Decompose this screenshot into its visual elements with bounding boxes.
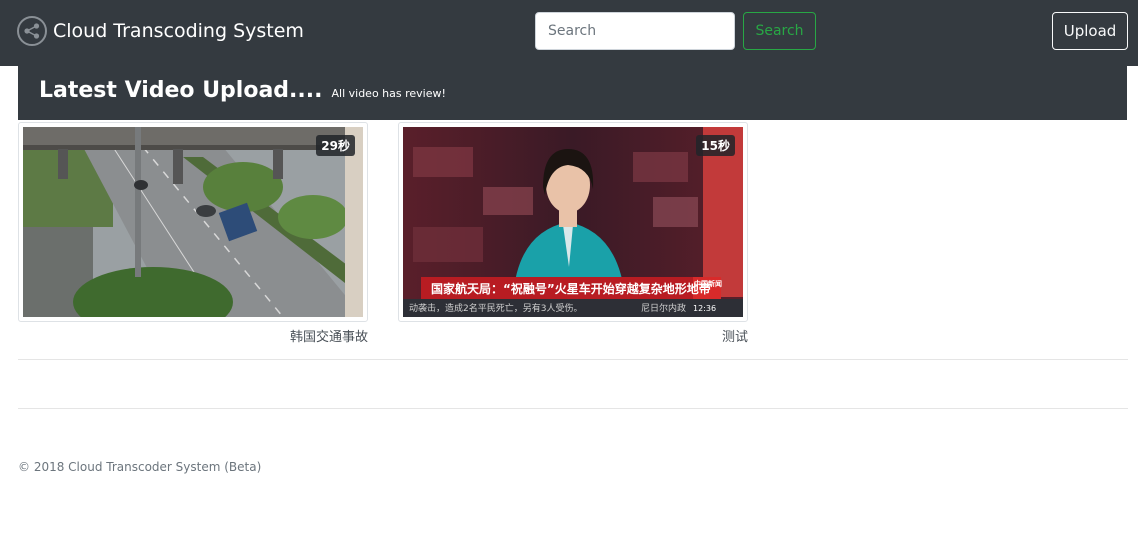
- video-card[interactable]: 29秒 韩国交通事故: [18, 122, 368, 345]
- thumbnail-logo-text: 中国新闻: [694, 279, 722, 288]
- upload-button[interactable]: Upload: [1052, 12, 1128, 50]
- brand-title: Cloud Transcoding System: [53, 20, 304, 42]
- section-title: Latest Video Upload....: [39, 78, 323, 103]
- content-divider: [18, 359, 1128, 360]
- thumbnail-time-text: 12:36: [693, 304, 716, 313]
- section-subtitle: All video has review!: [331, 87, 446, 100]
- video-thumbnail-frame[interactable]: 国家航天局：“祝融号”火星车开始穿越复杂地形地带 中国新闻 动袭击，造成2名平民…: [398, 122, 748, 322]
- duration-badge: 15秒: [696, 135, 735, 156]
- thumbnail-headline-text: 国家航天局：“祝融号”火星车开始穿越复杂地形地带: [431, 281, 711, 296]
- search-button[interactable]: Search: [743, 12, 816, 50]
- thumbnail-ticker-text: 动袭击，造成2名平民死亡，另有3人受伤。: [409, 302, 582, 314]
- video-title[interactable]: 测试: [398, 326, 748, 345]
- thumbnail-ticker-right-text: 尼日尔内政: [641, 302, 686, 314]
- share-nodes-icon: [17, 16, 47, 46]
- latest-uploads-header: Latest Video Upload.... All video has re…: [18, 66, 1127, 120]
- brand[interactable]: Cloud Transcoding System: [17, 16, 304, 46]
- video-card[interactable]: 国家航天局：“祝融号”火星车开始穿越复杂地形地带 中国新闻 动袭击，造成2名平民…: [398, 122, 748, 345]
- duration-badge: 29秒: [316, 135, 355, 156]
- top-navbar: Cloud Transcoding System Search Upload: [0, 0, 1138, 66]
- video-thumbnail[interactable]: 国家航天局：“祝融号”火星车开始穿越复杂地形地带 中国新闻 动袭击，造成2名平民…: [403, 127, 743, 317]
- footer-copyright: © 2018 Cloud Transcoder System (Beta): [18, 460, 262, 474]
- video-thumbnail[interactable]: 29秒: [23, 127, 363, 317]
- search-input[interactable]: [535, 12, 735, 50]
- video-title[interactable]: 韩国交通事故: [18, 326, 368, 345]
- video-thumbnail-frame[interactable]: 29秒: [18, 122, 368, 322]
- footer-divider: [18, 408, 1128, 409]
